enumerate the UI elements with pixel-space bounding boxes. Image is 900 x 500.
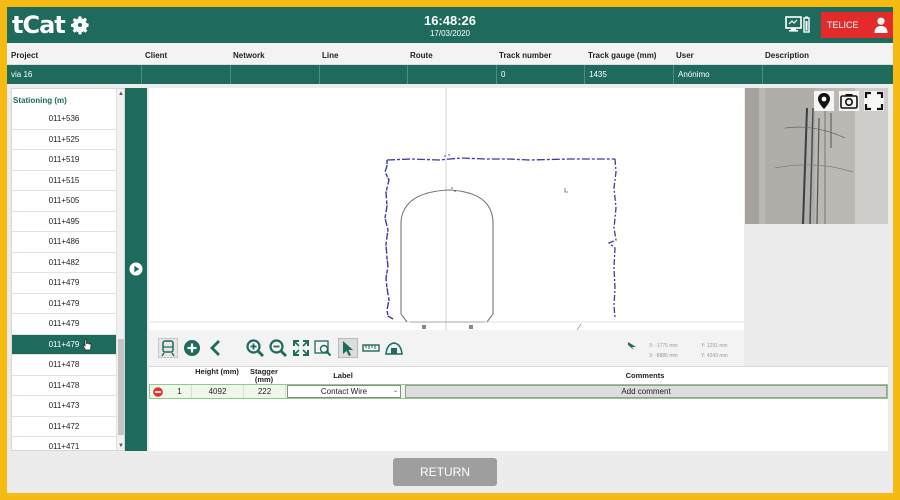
app-header: tCat 16:48:26 17/03/2020 TELICE xyxy=(7,7,893,43)
stationing-item[interactable]: 011+515 xyxy=(12,171,116,191)
scroll-up-icon[interactable]: ▲ xyxy=(118,91,124,97)
row-index: 1 xyxy=(168,385,192,398)
delete-icon[interactable] xyxy=(153,387,163,397)
stationing-item[interactable]: 011+472 xyxy=(12,417,116,437)
value-route xyxy=(408,65,497,84)
header-track-number: Track number xyxy=(499,51,552,60)
stationing-item[interactable]: 011+505 xyxy=(12,191,116,212)
label-select[interactable]: Contact Wire ⌄ xyxy=(287,385,401,398)
stationing-item[interactable]: 011+525 xyxy=(12,130,116,150)
hand-cursor-icon xyxy=(82,338,92,350)
row-height: 4092 xyxy=(192,385,244,398)
scroll-down-icon[interactable]: ▼ xyxy=(118,443,124,449)
stationing-panel: Stationing (m) 011+536 011+525 011+519 011+… xyxy=(11,88,125,451)
clock-date: 17/03/2020 xyxy=(429,29,471,38)
select-cursor-icon[interactable] xyxy=(338,338,358,358)
collapse-bar[interactable] xyxy=(125,88,147,451)
results-header-height: Height (mm) xyxy=(195,367,239,376)
row-stagger: 222 xyxy=(244,385,286,398)
stationing-item[interactable]: 011+482 xyxy=(12,253,116,273)
user-name: TELICE xyxy=(827,20,859,30)
value-track-number: 0 xyxy=(497,65,585,84)
coord-x1: X: -1775 mm xyxy=(649,343,678,349)
clock: 16:48:26 17/03/2020 xyxy=(7,13,893,38)
clock-time: 16:48:26 xyxy=(423,13,477,28)
camera-view[interactable] xyxy=(745,88,888,224)
stationing-list: 011+536 011+525 011+519 011+515 011+505 011+4… xyxy=(12,109,116,450)
stationing-item[interactable]: 011+536 xyxy=(12,109,116,130)
results-header: Height (mm) Stagger (mm) Label Comments xyxy=(149,366,888,384)
pointer-marker-icon xyxy=(628,342,636,350)
coord-y1: Y: 1291 mm xyxy=(701,343,728,349)
stationing-item[interactable]: 011+479 xyxy=(12,314,116,335)
header-line: Line xyxy=(322,51,339,60)
monitor-battery-icon[interactable] xyxy=(785,16,811,34)
stationing-item[interactable]: 011+479 xyxy=(12,294,116,314)
header-route: Route xyxy=(410,51,433,60)
coord-x2: X: -8885 mm xyxy=(649,353,678,359)
value-user: Anónimo xyxy=(674,65,763,84)
user-icon xyxy=(874,17,888,33)
info-table-row: via 16 0 1435 Anónimo xyxy=(7,65,893,84)
results-row[interactable]: 1 4092 222 Contact Wire ⌄ Add comment xyxy=(149,384,888,399)
results-header-label: Label xyxy=(333,371,353,380)
value-network xyxy=(231,65,320,84)
ruler-icon[interactable] xyxy=(361,338,381,358)
profile-canvas[interactable] xyxy=(149,88,744,331)
header-description: Description xyxy=(765,51,810,60)
tunnel-profile-drawing xyxy=(149,88,744,331)
header-project: Project xyxy=(11,51,39,60)
results-empty-area xyxy=(149,399,888,451)
stationing-scrollbar[interactable]: ▲ ▼ xyxy=(116,89,124,450)
stationing-item[interactable]: 011+471 xyxy=(12,437,116,450)
header-user: User xyxy=(676,51,694,60)
stationing-item[interactable]: 011+478 xyxy=(12,376,116,396)
return-button[interactable]: RETURN xyxy=(393,458,497,486)
stationing-item[interactable]: 011+473 xyxy=(12,396,116,417)
add-comment-button[interactable]: Add comment xyxy=(405,385,887,398)
results-header-comments: Comments xyxy=(625,371,665,380)
results-header-stagger: Stagger (mm) xyxy=(250,367,278,384)
stationing-item[interactable]: 011+478 xyxy=(12,355,116,376)
stationing-title: Stationing (m) xyxy=(13,96,67,105)
value-client xyxy=(142,65,231,84)
header-network: Network xyxy=(233,51,265,60)
drawing-toolbar: X: -1775 mm Y: 1291 mm X: -8885 mm Y: 42… xyxy=(149,330,744,366)
zoom-out-icon[interactable] xyxy=(268,338,288,358)
stationing-item[interactable]: 011+519 xyxy=(12,150,116,171)
fit-icon[interactable] xyxy=(291,338,311,358)
value-description xyxy=(763,65,893,84)
value-line xyxy=(320,65,408,84)
measure-icon[interactable] xyxy=(384,338,404,358)
train-icon[interactable] xyxy=(158,338,178,358)
footer: RETURN xyxy=(7,453,893,493)
stationing-item[interactable]: 011+486 xyxy=(12,232,116,253)
header-track-gauge: Track gauge (mm) xyxy=(588,51,657,60)
value-track-gauge: 1435 xyxy=(585,65,674,84)
header-client: Client xyxy=(145,51,168,60)
app-frame: tCat 16:48:26 17/03/2020 TELICE Project … xyxy=(7,7,893,493)
stationing-item[interactable]: 011+479 xyxy=(12,334,116,355)
coord-y2: Y: 4243 mm xyxy=(701,353,728,359)
stationing-item[interactable]: 011+495 xyxy=(12,212,116,232)
play-icon[interactable] xyxy=(129,262,143,276)
label-select-value: Contact Wire xyxy=(320,387,368,396)
fullscreen-icon[interactable] xyxy=(864,91,884,111)
add-icon[interactable] xyxy=(182,338,202,358)
location-pin-icon[interactable] xyxy=(814,91,834,111)
back-icon[interactable] xyxy=(206,338,226,358)
zoom-in-icon[interactable] xyxy=(245,338,265,358)
camera-capture-icon[interactable] xyxy=(839,91,859,111)
zoom-window-icon[interactable] xyxy=(313,338,333,358)
user-menu[interactable]: TELICE xyxy=(821,12,893,38)
chevron-down-icon: ⌄ xyxy=(392,388,398,394)
stationing-item[interactable]: 011+479 xyxy=(12,273,116,294)
scroll-thumb[interactable] xyxy=(118,339,124,435)
value-project: via 16 xyxy=(7,65,142,84)
info-table-header: Project Client Network Line Route Track … xyxy=(7,43,893,65)
